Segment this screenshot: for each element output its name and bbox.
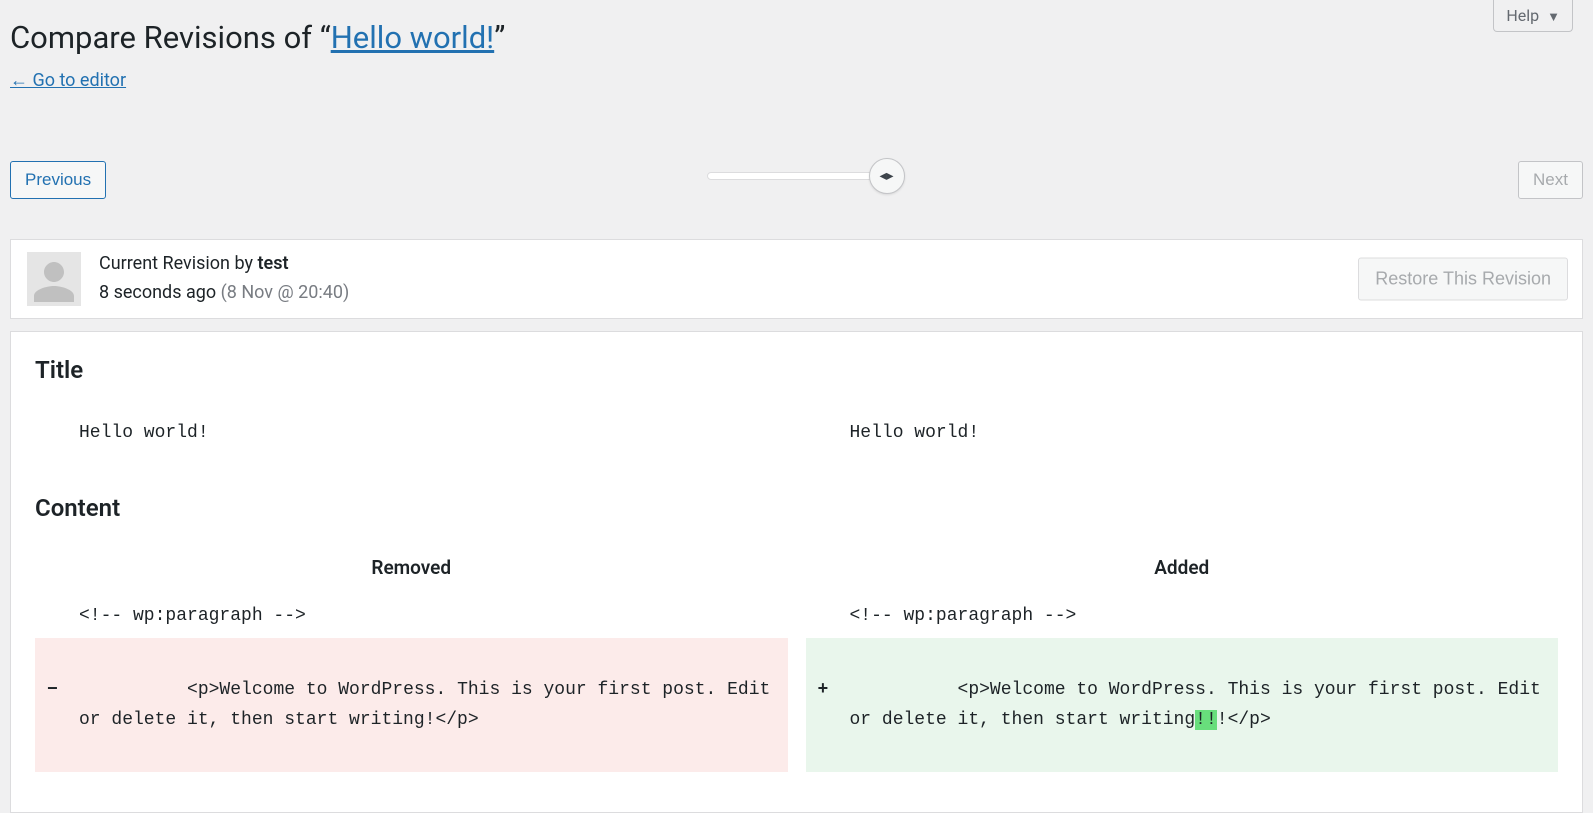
person-icon bbox=[30, 258, 78, 306]
title-suffix: ” bbox=[494, 19, 505, 56]
revision-meta: Current Revision by test 8 seconds ago (… bbox=[10, 239, 1583, 319]
revision-author: test bbox=[257, 253, 288, 274]
avatar bbox=[27, 252, 81, 306]
post-title-link[interactable]: Hello world! bbox=[331, 19, 495, 56]
removed-line: −<p>Welcome to WordPress. This is your f… bbox=[35, 638, 788, 772]
removed-text: <p>Welcome to WordPress. This is your fi… bbox=[79, 680, 781, 731]
revision-slider[interactable]: ◂▸ bbox=[707, 167, 887, 179]
context-line-new: <!-- wp:paragraph --> bbox=[806, 595, 1559, 638]
context-line-old: <!-- wp:paragraph --> bbox=[35, 595, 788, 638]
removed-marker: − bbox=[47, 675, 58, 706]
go-to-editor-link[interactable]: ← Go to editor bbox=[10, 70, 126, 91]
restore-revision-button: Restore This Revision bbox=[1358, 258, 1568, 301]
slider-track bbox=[707, 172, 887, 180]
help-label: Help bbox=[1506, 6, 1539, 25]
next-button: Next bbox=[1518, 161, 1583, 199]
diff-content-heading: Content bbox=[35, 494, 1558, 522]
chevron-down-icon: ▼ bbox=[1547, 10, 1560, 25]
added-text-post: !</p> bbox=[1217, 710, 1271, 730]
help-tab[interactable]: Help ▼ bbox=[1493, 0, 1573, 32]
added-highlight: !! bbox=[1195, 710, 1217, 730]
revision-nav: Previous ◂▸ Next bbox=[10, 161, 1583, 209]
page-title: Compare Revisions of “Hello world!” bbox=[10, 10, 1583, 58]
diff-title-heading: Title bbox=[35, 356, 1558, 384]
compare-icon: ◂▸ bbox=[879, 168, 893, 184]
previous-button[interactable]: Previous bbox=[10, 161, 106, 199]
title-prefix: Compare Revisions of “ bbox=[10, 19, 331, 56]
added-line: +<p>Welcome to WordPress. This is your f… bbox=[806, 638, 1559, 772]
removed-header: Removed bbox=[35, 550, 788, 595]
added-header: Added bbox=[806, 550, 1559, 595]
diff-panel: Title Hello world! Hello world! Content … bbox=[10, 331, 1583, 813]
revision-meta-text: Current Revision by test 8 seconds ago (… bbox=[99, 250, 349, 308]
slider-handle[interactable]: ◂▸ bbox=[869, 158, 905, 194]
revision-ago: 8 seconds ago bbox=[99, 282, 221, 303]
title-old: Hello world! bbox=[35, 412, 788, 455]
revision-label-prefix: Current Revision by bbox=[99, 253, 257, 274]
revision-date: (8 Nov @ 20:40) bbox=[221, 282, 350, 303]
title-new: Hello world! bbox=[806, 412, 1559, 455]
added-marker: + bbox=[818, 675, 829, 706]
